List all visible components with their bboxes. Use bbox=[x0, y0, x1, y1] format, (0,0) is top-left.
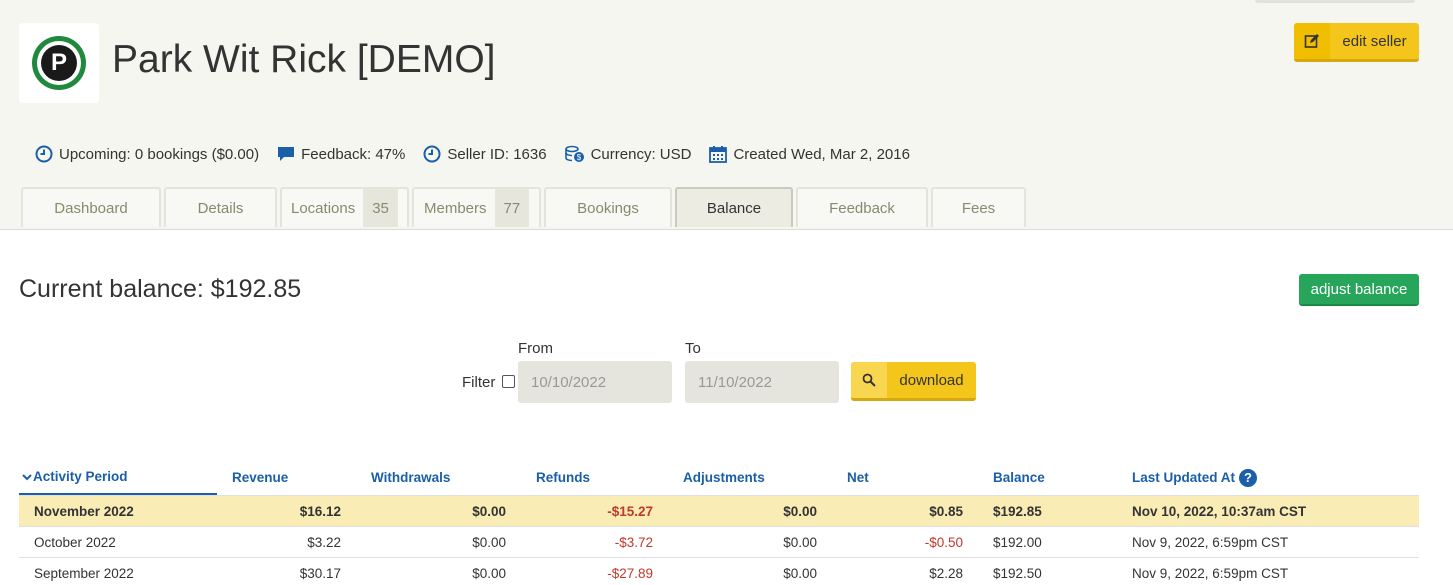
current-balance: Current balance: $192.85 bbox=[19, 275, 302, 303]
meta-created: Created Wed, Mar 2, 2016 bbox=[709, 145, 910, 163]
edit-icon bbox=[1294, 23, 1330, 59]
tab-members[interactable]: Members 77 bbox=[412, 187, 541, 227]
col-balance[interactable]: Balance bbox=[963, 460, 1102, 495]
table-header: Activity Period Revenue Withdrawals Refu… bbox=[19, 460, 1419, 496]
meta-currency: $ Currency: USD bbox=[564, 145, 691, 163]
search-icon bbox=[851, 362, 887, 398]
tab-dashboard[interactable]: Dashboard bbox=[21, 187, 161, 227]
table-row: November 2022 $16.12 $0.00 -$15.27 $0.00… bbox=[19, 496, 1419, 527]
tab-details[interactable]: Details bbox=[164, 187, 277, 227]
clock-icon bbox=[423, 145, 441, 163]
to-date-input[interactable] bbox=[685, 361, 839, 403]
download-label: download bbox=[899, 371, 964, 389]
meta-upcoming: Upcoming: 0 bookings ($0.00) bbox=[35, 145, 259, 163]
help-icon[interactable]: ? bbox=[1239, 468, 1258, 487]
top-button-stub[interactable] bbox=[1255, 0, 1415, 3]
col-withdrawals[interactable]: Withdrawals bbox=[341, 460, 506, 495]
table-row: October 2022 $3.22 $0.00 -$3.72 $0.00 -$… bbox=[19, 527, 1419, 558]
to-label: To bbox=[685, 340, 701, 357]
from-label: From bbox=[518, 340, 553, 357]
members-count: 77 bbox=[494, 189, 530, 227]
seller-logo: P bbox=[19, 23, 99, 103]
filter-checkbox[interactable] bbox=[502, 375, 515, 388]
edit-seller-button[interactable]: edit seller bbox=[1294, 23, 1419, 62]
tab-bookings[interactable]: Bookings bbox=[544, 187, 672, 227]
edit-seller-label: edit seller bbox=[1342, 32, 1407, 50]
chevron-down-icon bbox=[22, 473, 32, 480]
calendar-icon bbox=[709, 146, 728, 163]
col-revenue[interactable]: Revenue bbox=[217, 460, 341, 495]
adjust-balance-button[interactable]: adjust balance bbox=[1299, 274, 1419, 306]
tab-balance[interactable]: Balance bbox=[675, 187, 793, 227]
col-activity-period[interactable]: Activity Period bbox=[19, 460, 217, 495]
svg-text:$: $ bbox=[576, 153, 581, 162]
locations-count: 35 bbox=[363, 189, 398, 227]
seller-tabs: Dashboard Details Locations 35 Members 77 … bbox=[21, 187, 1029, 227]
from-date-input[interactable] bbox=[518, 361, 672, 403]
balance-table: Activity Period Revenue Withdrawals Refu… bbox=[19, 460, 1419, 585]
meta-feedback: Feedback: 47% bbox=[277, 145, 405, 163]
meta-seller-id: Seller ID: 1636 bbox=[423, 145, 547, 163]
tab-feedback[interactable]: Feedback bbox=[796, 187, 928, 227]
clock-icon bbox=[35, 145, 53, 163]
col-net[interactable]: Net bbox=[817, 460, 963, 495]
col-refunds[interactable]: Refunds bbox=[506, 460, 653, 495]
logo-letter: P bbox=[41, 45, 77, 81]
comment-icon bbox=[278, 147, 295, 161]
col-adjustments[interactable]: Adjustments bbox=[653, 460, 817, 495]
seller-meta: Upcoming: 0 bookings ($0.00) Feedback: 4… bbox=[35, 145, 928, 163]
coins-icon: $ bbox=[564, 145, 584, 162]
tab-fees[interactable]: Fees bbox=[931, 187, 1026, 227]
col-last-updated[interactable]: Last Updated At ? bbox=[1102, 460, 1419, 495]
page-title: Park Wit Rick [DEMO] bbox=[112, 38, 496, 81]
filter-label: Filter bbox=[462, 374, 496, 391]
table-row: September 2022 $30.17 $0.00 -$27.89 $0.0… bbox=[19, 558, 1419, 585]
download-button[interactable]: download bbox=[851, 362, 976, 401]
tab-locations[interactable]: Locations 35 bbox=[280, 187, 409, 227]
